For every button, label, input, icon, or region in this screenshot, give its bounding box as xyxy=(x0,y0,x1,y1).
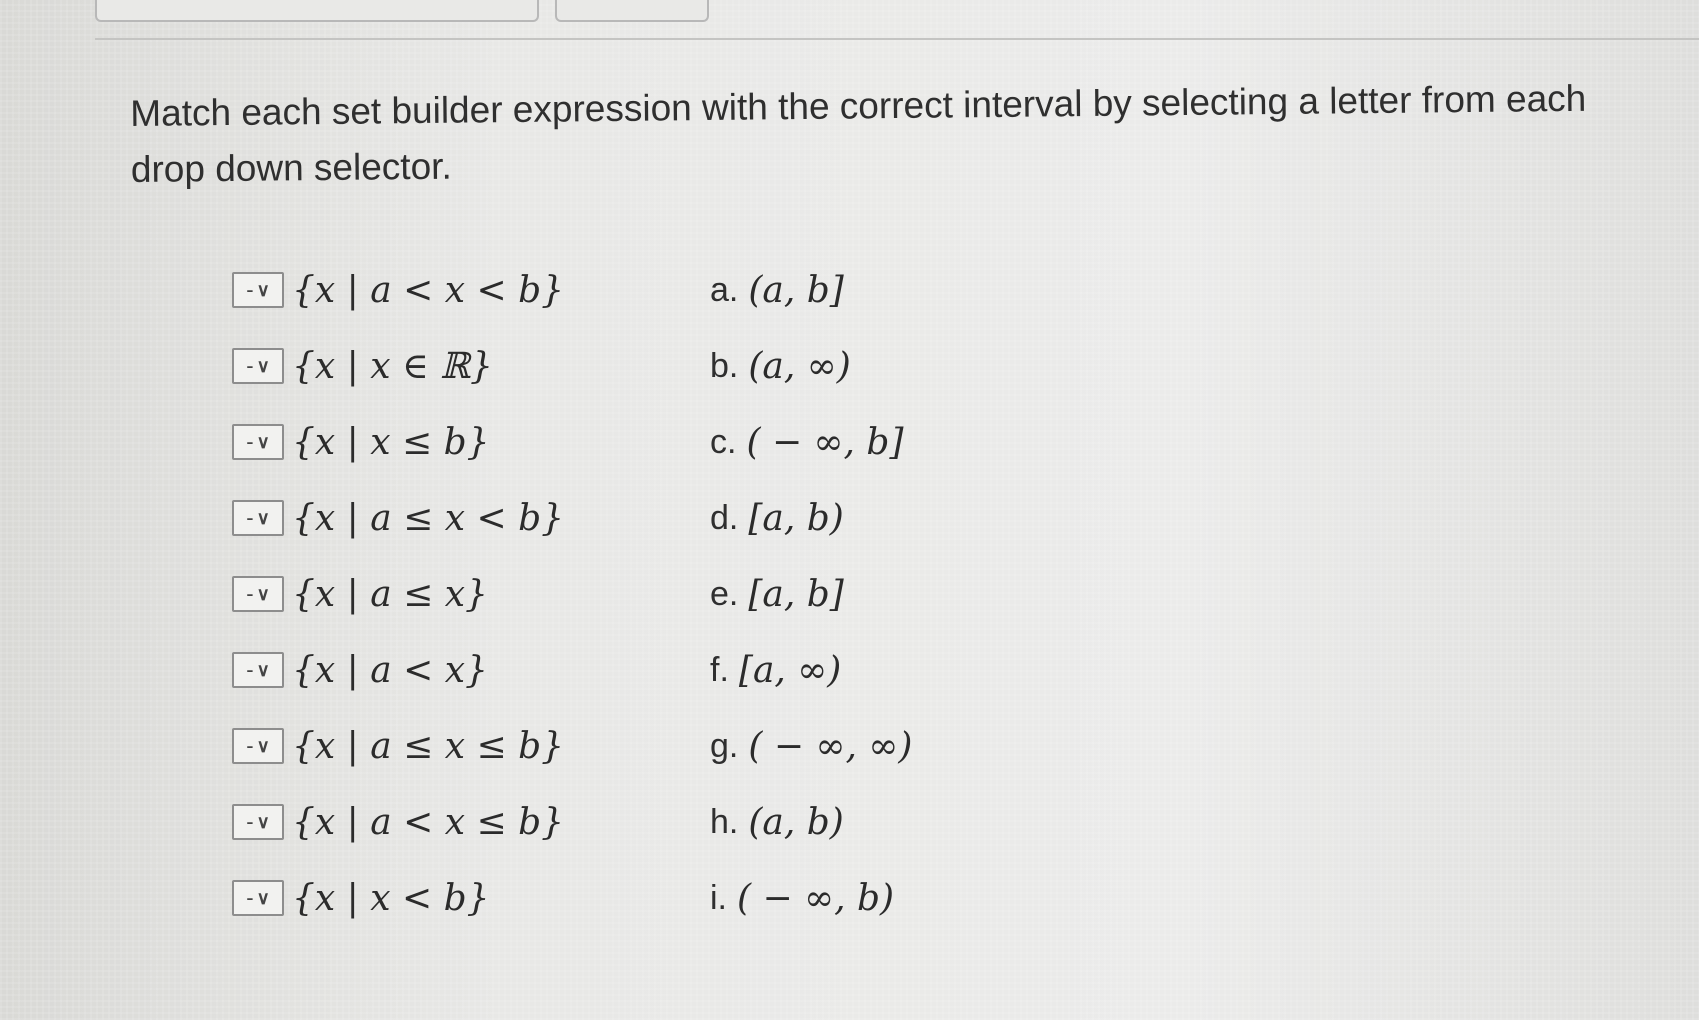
chevron-down-icon: ∨ xyxy=(256,583,270,604)
chevron-down-icon: ∨ xyxy=(256,507,270,528)
set-builder-expression: {x | a < x ≤ b} xyxy=(292,801,565,843)
answer-dropdown[interactable]: - ∨ xyxy=(232,880,284,916)
option-letter: h. xyxy=(710,802,739,841)
answer-dropdown[interactable]: - ∨ xyxy=(232,348,284,384)
chevron-down-icon: ∨ xyxy=(256,659,270,680)
option-letter: f. xyxy=(710,650,729,689)
match-row: - ∨ {x | x < b} i. ( − ∞, b) xyxy=(232,873,1332,923)
set-builder-expression: {x | a ≤ x < b} xyxy=(292,497,565,539)
match-row: - ∨ {x | x ∈ ℝ} b. (a, ∞) xyxy=(232,341,1332,391)
option-interval: (a, b] xyxy=(748,269,844,311)
set-builder-expression: {x | a < x} xyxy=(292,649,488,691)
question-instructions: Match each set builder expression with t… xyxy=(130,77,1587,190)
set-builder-expression: {x | x ≤ b} xyxy=(292,421,490,463)
chevron-down-icon: ∨ xyxy=(256,887,270,908)
match-row: - ∨ {x | a ≤ x ≤ b} g. ( − ∞, ∞) xyxy=(232,721,1332,771)
top-divider xyxy=(95,38,1699,40)
option-interval: [a, b) xyxy=(748,497,844,539)
option-interval: ( − ∞, b) xyxy=(737,877,895,919)
answer-dropdown[interactable]: - ∨ xyxy=(232,424,284,460)
option-letter: b. xyxy=(710,346,739,385)
option-letter: a. xyxy=(710,270,739,309)
answer-dropdown[interactable]: - ∨ xyxy=(232,576,284,612)
option-interval: [a, b] xyxy=(748,573,844,615)
option-letter: g. xyxy=(710,726,739,765)
answer-dropdown[interactable]: - ∨ xyxy=(232,804,284,840)
chevron-down-icon: ∨ xyxy=(256,431,270,452)
answer-dropdown[interactable]: - ∨ xyxy=(232,272,284,308)
option-interval: [a, ∞) xyxy=(738,649,842,691)
option-letter: i. xyxy=(710,878,727,917)
match-row: - ∨ {x | a < x} f. [a, ∞) xyxy=(232,645,1332,695)
chevron-down-icon: ∨ xyxy=(256,735,270,756)
match-row: - ∨ {x | a ≤ x < b} d. [a, b) xyxy=(232,493,1332,543)
chevron-down-icon: ∨ xyxy=(256,279,270,300)
answer-dropdown[interactable]: - ∨ xyxy=(232,652,284,688)
match-row: - ∨ {x | a < x ≤ b} h. (a, b) xyxy=(232,797,1332,847)
set-builder-expression: {x | x < b} xyxy=(292,877,490,919)
chevron-down-icon: ∨ xyxy=(256,355,270,376)
option-letter: c. xyxy=(710,422,737,461)
option-interval: ( − ∞, b] xyxy=(746,421,904,463)
match-row: - ∨ {x | a ≤ x} e. [a, b] xyxy=(232,569,1332,619)
option-letter: e. xyxy=(710,574,739,613)
answer-dropdown[interactable]: - ∨ xyxy=(232,500,284,536)
set-builder-expression: {x | a < x < b} xyxy=(292,269,565,311)
match-row: - ∨ {x | a < x < b} a. (a, b] xyxy=(232,265,1332,315)
option-interval: (a, ∞) xyxy=(748,345,851,387)
option-interval: ( − ∞, ∞) xyxy=(748,725,913,767)
match-row: - ∨ {x | x ≤ b} c. ( − ∞, b] xyxy=(232,417,1332,467)
top-panel-right xyxy=(555,0,709,22)
set-builder-expression: {x | a ≤ x} xyxy=(292,573,488,615)
top-panel-left xyxy=(95,0,539,22)
answer-dropdown[interactable]: - ∨ xyxy=(232,728,284,764)
set-builder-expression: {x | a ≤ x ≤ b} xyxy=(292,725,565,767)
set-builder-expression: {x | x ∈ ℝ} xyxy=(292,345,493,387)
chevron-down-icon: ∨ xyxy=(256,811,270,832)
option-interval: (a, b) xyxy=(748,801,844,843)
option-letter: d. xyxy=(710,498,739,537)
